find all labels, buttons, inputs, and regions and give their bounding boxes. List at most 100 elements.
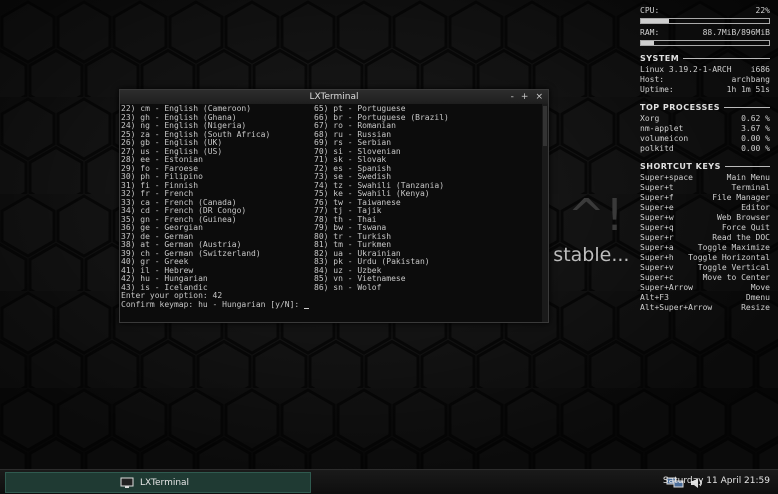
- cpu-label: CPU:: [640, 6, 660, 15]
- shortcut-value: Main Menu: [726, 173, 770, 182]
- shortcut-key: Super+q: [640, 223, 674, 232]
- cpu-bar-fill: [641, 19, 670, 23]
- shortcut-value: Terminal: [731, 183, 770, 192]
- system-heading: SYSTEM: [640, 54, 770, 63]
- shortcut-key: Super+space: [640, 173, 693, 182]
- system-value: i686: [750, 65, 770, 74]
- shortcut-value: Force Quit: [721, 223, 770, 232]
- shortcut-value: Move: [750, 283, 770, 292]
- process-value: 0.00 %: [741, 144, 770, 153]
- shortcut-key: Super+r: [640, 233, 674, 242]
- cpu-row: CPU: 22%: [640, 6, 770, 16]
- shortcut-row: Super+Arrow Move: [640, 283, 770, 293]
- terminal-output[interactable]: 22) cm - English (Cameroon) 23) gh - Engl…: [120, 104, 548, 321]
- shortcut-key: Super+h: [640, 253, 674, 262]
- shortcut-row: Super+v Toggle Vertical: [640, 263, 770, 273]
- shortcut-key: Alt+Super+Arrow: [640, 303, 713, 312]
- shortcut-row: Super+space Main Menu: [640, 173, 770, 183]
- process-row: Xorg 0.62 %: [640, 114, 770, 124]
- shortcut-value: Editor: [741, 203, 770, 212]
- close-button[interactable]: ×: [535, 90, 543, 104]
- system-row: Host: archbang: [640, 75, 770, 85]
- shortcut-value: Resize: [741, 303, 770, 312]
- shortcut-row: Super+t Terminal: [640, 183, 770, 193]
- processes-heading-label: TOP PROCESSES: [640, 103, 720, 112]
- conky-panel: CPU: 22% RAM: 88.7MiB/896MiB SYSTEM Linu…: [640, 6, 770, 313]
- shortcut-value: File Manager: [712, 193, 770, 202]
- minimize-button[interactable]: -: [511, 90, 514, 104]
- shortcut-row: Super+r Read the DOC: [640, 233, 770, 243]
- shortcut-value: Read the DOC: [712, 233, 770, 242]
- shortcut-key: Super+v: [640, 263, 674, 272]
- shortcut-value: Move to Center: [702, 273, 770, 282]
- ram-bar: [640, 40, 770, 46]
- terminal-titlebar[interactable]: LXTerminal - + ×: [120, 90, 548, 104]
- shortcut-value: Toggle Horizontal: [688, 253, 770, 262]
- shortcut-row: Alt+F3 Dmenu: [640, 293, 770, 303]
- shortcut-key: Super+w: [640, 213, 674, 222]
- terminal-scrollbar[interactable]: [542, 104, 548, 322]
- clock[interactable]: Saturday 11 April 21:59: [663, 476, 770, 486]
- maximize-button[interactable]: +: [521, 90, 529, 104]
- shortcut-row: Super+f File Manager: [640, 193, 770, 203]
- shortcut-key: Super+t: [640, 183, 674, 192]
- system-row: Linux 3.19.2-1-ARCH i686: [640, 65, 770, 75]
- terminal-window[interactable]: LXTerminal - + × 22) cm - English (Camer…: [119, 89, 549, 323]
- keymap-list-right: 65) pt - Portuguese 66) br - Portuguese (…: [314, 104, 449, 292]
- taskbar-item-lxterminal[interactable]: LXTerminal: [5, 472, 311, 493]
- taskbar-item-label: LXTerminal: [140, 477, 190, 488]
- process-value: 0.00 %: [741, 134, 770, 143]
- shortcut-value: Toggle Vertical: [697, 263, 770, 272]
- cpu-bar: [640, 18, 770, 24]
- shortcut-key: Super+a: [640, 243, 674, 252]
- shortcut-row: Super+h Toggle Horizontal: [640, 253, 770, 263]
- ram-label: RAM:: [640, 28, 660, 37]
- process-key: Xorg: [640, 114, 660, 123]
- keymap-list-left: 22) cm - English (Cameroon) 23) gh - Engl…: [121, 104, 314, 292]
- ram-value: 88.7MiB/896MiB: [702, 28, 770, 37]
- process-row: volumeicon 0.00 %: [640, 134, 770, 144]
- process-value: 3.67 %: [741, 124, 770, 133]
- shortcut-row: Super+w Web Browser: [640, 213, 770, 223]
- ram-bar-fill: [641, 41, 654, 45]
- shortcut-list: Super+space Main Menu Super+t Terminal Super…: [640, 173, 770, 313]
- shortcut-row: Super+e Editor: [640, 203, 770, 213]
- shortcut-row: Super+c Move to Center: [640, 273, 770, 283]
- shortcut-key: Super+Arrow: [640, 283, 693, 292]
- keymap-option: 86) sn - Wolof: [314, 282, 382, 292]
- process-row: polkitd 0.00 %: [640, 144, 770, 154]
- terminal-icon: [120, 477, 134, 488]
- cpu-value: 22%: [755, 6, 770, 15]
- system-key: Host:: [640, 75, 665, 84]
- shortcut-key: Super+e: [640, 203, 674, 212]
- system-row: Uptime: 1h 1m 51s: [640, 85, 770, 95]
- shortcut-value: Dmenu: [745, 293, 770, 302]
- terminal-title: LXTerminal: [309, 92, 359, 102]
- system-key: Uptime:: [640, 85, 674, 94]
- shortcuts-heading-label: SHORTCUT KEYS: [640, 162, 721, 171]
- shortcut-value: Web Browser: [717, 213, 770, 222]
- shortcut-key: Alt+F3: [640, 293, 669, 302]
- shortcut-value: Toggle Maximize: [697, 243, 770, 252]
- process-row: nm-applet 3.67 %: [640, 124, 770, 134]
- shortcut-key: Super+f: [640, 193, 674, 202]
- system-value: 1h 1m 51s: [726, 85, 770, 94]
- shortcut-key: Super+c: [640, 273, 674, 282]
- confirm-prompt[interactable]: Confirm keymap: hu - Hungarian [y/N]:: [121, 299, 548, 309]
- shortcut-row: Super+q Force Quit: [640, 223, 770, 233]
- system-key: Linux 3.19.2-1-ARCH: [640, 65, 732, 74]
- process-value: 0.62 %: [741, 114, 770, 123]
- ram-row: RAM: 88.7MiB/896MiB: [640, 28, 770, 38]
- process-list: Xorg 0.62 % nm-applet 3.67 % volumeicon 0.00 …: [640, 114, 770, 154]
- confirm-prompt-text: Confirm keymap: hu - Hungarian [y/N]:: [121, 299, 305, 309]
- text-cursor: [304, 308, 310, 309]
- shortcut-row: Super+a Toggle Maximize: [640, 243, 770, 253]
- process-key: nm-applet: [640, 124, 684, 133]
- system-list: Linux 3.19.2-1-ARCH i686 Host: archbang Upti…: [640, 65, 770, 95]
- shortcuts-heading: SHORTCUT KEYS: [640, 162, 770, 171]
- system-value: archbang: [731, 75, 770, 84]
- process-key: volumeicon: [640, 134, 689, 143]
- taskbar: LXTerminal Saturday 11 April 21:59: [0, 469, 778, 494]
- scrollbar-thumb[interactable]: [543, 106, 547, 146]
- processes-heading: TOP PROCESSES: [640, 103, 770, 112]
